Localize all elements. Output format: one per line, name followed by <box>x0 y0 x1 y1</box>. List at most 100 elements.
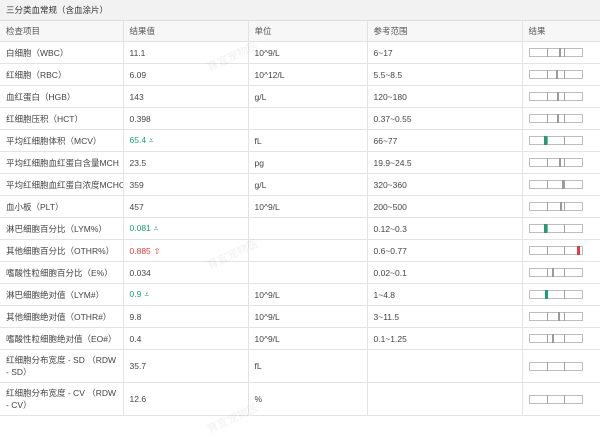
range-bar <box>528 290 583 299</box>
reference-range: 120~180 <box>367 85 523 108</box>
result-value-text: 143 <box>129 91 144 102</box>
unit-text: g/L <box>254 91 267 102</box>
value-marker <box>561 180 564 189</box>
table-row: 红细胞分布宽度 - SD （RDW - SD） 35.7 fL <box>0 349 600 383</box>
reference-range-text: 0.37~0.55 <box>373 113 412 124</box>
unit: 10^9/L <box>248 305 368 328</box>
item-name: 红细胞分布宽度 - SD （RDW - SD） <box>0 349 124 383</box>
reference-range: 320~360 <box>367 173 523 196</box>
unit: fL <box>248 349 368 383</box>
range-boundary <box>563 268 565 277</box>
range-bar <box>528 268 583 277</box>
reference-range: 5.5~8.5 <box>367 63 523 86</box>
result-value-text: 35.7 <box>129 361 147 371</box>
item-name-text: 血红蛋白（HGB） <box>6 91 76 102</box>
table-row: 血小板（PLT） 457 10^9/L 200~500 <box>0 195 600 218</box>
result-value-text: 359 <box>129 179 144 190</box>
result-value: 9.8 <box>123 305 249 328</box>
range-bar <box>528 114 583 123</box>
range-bar <box>528 334 583 343</box>
range-boundary <box>546 312 548 321</box>
item-name-text: 红细胞分布宽度 - SD （RDW - SD） <box>6 355 117 377</box>
range-boundary <box>563 224 565 233</box>
reference-range-text: 19.9~24.5 <box>373 157 412 168</box>
reference-range: 0.1~1.25 <box>367 327 523 350</box>
result-value-text: 12.6 <box>129 394 147 404</box>
item-name: 淋巴细胞绝对值（LYM#） <box>0 283 124 306</box>
arrow-down-icon: ⩡ <box>149 136 154 145</box>
item-name-text: 白细胞（WBC） <box>6 47 69 58</box>
reference-range-text: 0.02~0.1 <box>373 267 407 278</box>
item-name: 其他细胞绝对值（OTHR#） <box>0 305 124 328</box>
unit-text: pg <box>254 157 264 168</box>
unit: pg <box>248 151 368 174</box>
unit-text: 10^12/L <box>254 69 285 80</box>
range-boundary <box>563 361 565 371</box>
range-boundary <box>563 246 565 255</box>
unit <box>248 107 368 130</box>
reference-range-text: 0.1~1.25 <box>373 333 407 344</box>
result-indicator <box>522 305 600 328</box>
result-indicator <box>522 151 600 174</box>
reference-range-text: 1~4.8 <box>373 289 396 300</box>
reference-range: 66~77 <box>367 129 523 152</box>
range-boundary <box>546 334 548 343</box>
result-value-text: 457 <box>129 201 144 212</box>
range-boundary <box>563 334 565 343</box>
unit-text: % <box>254 394 263 404</box>
item-name: 血小板（PLT） <box>0 195 124 218</box>
range-boundary <box>563 48 565 57</box>
item-name: 血红蛋白（HGB） <box>0 85 124 108</box>
unit-text: fL <box>254 135 262 146</box>
unit-text: 10^9/L <box>254 201 280 212</box>
reference-range <box>367 349 523 383</box>
result-value-text: 0.885 <box>129 245 151 256</box>
item-name: 平均红细胞血红蛋白浓度MCHC <box>0 173 124 196</box>
reference-range: 1~4.8 <box>367 283 523 306</box>
table-row: 平均红细胞血红蛋白含量MCH 23.5 pg 19.9~24.5 <box>0 151 600 174</box>
range-boundary <box>546 394 548 404</box>
result-value-text: 65.4 <box>129 135 147 145</box>
table-row: 红细胞（RBC） 6.09 10^12/L 5.5~8.5 <box>0 63 600 86</box>
reference-range-text: 66~77 <box>373 135 398 146</box>
result-indicator <box>522 349 600 383</box>
result-value-text: 9.8 <box>129 311 142 322</box>
reference-range-text: 3~11.5 <box>373 311 400 322</box>
unit-text: 10^9/L <box>254 311 280 322</box>
result-indicator <box>522 85 600 108</box>
range-boundary <box>563 180 565 189</box>
table-row: 嗜酸性粒细胞百分比（E%） 0.034 0.02~0.1 <box>0 261 600 284</box>
reference-range: 200~500 <box>367 195 523 218</box>
unit <box>248 217 368 240</box>
report-title: 三分类血常规（含血涂片） <box>0 0 600 21</box>
reference-range: 0.12~0.3 <box>367 217 523 240</box>
item-name-text: 平均红细胞血红蛋白浓度MCHC <box>6 179 123 190</box>
table-row: 平均红细胞血红蛋白浓度MCHC 359 g/L 320~360 <box>0 173 600 196</box>
item-name: 其他细胞百分比（OTHR%） <box>0 239 124 262</box>
unit: fL <box>248 129 368 152</box>
results-table: 检查项目 结果值 单位 参考范围 结果 白细胞（WBC） 11.1 10^9/L 6~… <box>0 21 600 416</box>
result-value-text: 23.5 <box>129 157 147 168</box>
range-bar <box>528 394 583 404</box>
value-marker <box>543 136 547 145</box>
result-value: 35.7 <box>123 349 249 383</box>
value-marker <box>543 224 547 233</box>
reference-range-text: 0.12~0.3 <box>373 223 407 234</box>
result-indicator <box>522 261 600 284</box>
unit-text: fL <box>254 361 262 371</box>
table-row: 嗜酸性粒细胞绝对值（EO#） 0.4 10^9/L 0.1~1.25 <box>0 327 600 350</box>
item-name-text: 红细胞压积（HCT） <box>6 113 83 124</box>
result-indicator <box>522 217 600 240</box>
value-marker <box>557 312 560 321</box>
header-item: 检查项目 <box>0 21 124 42</box>
unit <box>248 261 368 284</box>
result-value: 0.081 ⩡ <box>123 217 249 240</box>
item-name-text: 嗜酸性粒细胞绝对值（EO#） <box>6 333 117 344</box>
item-name: 红细胞（RBC） <box>0 63 124 86</box>
table-row: 白细胞（WBC） 11.1 10^9/L 6~17 <box>0 41 600 64</box>
item-name-text: 平均红细胞体积（MCV） <box>6 135 102 146</box>
result-indicator <box>522 382 600 416</box>
range-bar <box>528 180 583 189</box>
reference-range <box>367 382 523 416</box>
table-row: 其他细胞百分比（OTHR%） 0.885 ⇧ 0.6~0.77 <box>0 239 600 262</box>
